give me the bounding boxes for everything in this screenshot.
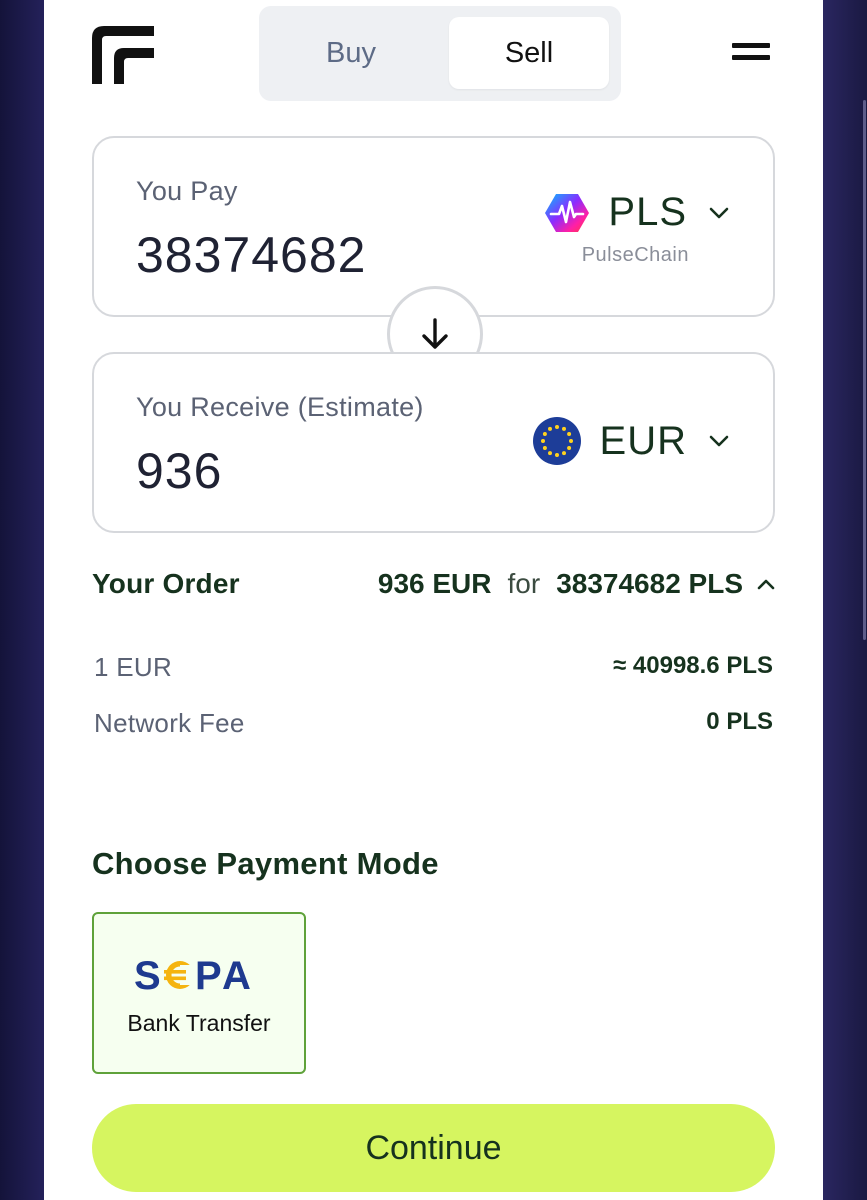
fee-label: Network Fee	[94, 708, 245, 738]
app-panel: Buy Sell You Pay 38374682 PLS PulseChain…	[44, 0, 823, 1200]
tab-sell[interactable]: Sell	[449, 17, 609, 89]
pay-amount-input[interactable]: 38374682	[136, 226, 366, 284]
order-summary-toggle[interactable]: Your Order 936 EUR for 38374682 PLS	[92, 568, 775, 604]
rate-label: 1 EUR	[94, 652, 173, 682]
hamburger-menu-icon[interactable]	[732, 40, 770, 64]
buy-sell-toggle: Buy Sell	[259, 6, 621, 101]
sepa-letter-a: A	[222, 954, 251, 996]
pay-currency-select[interactable]: PLS	[544, 190, 729, 235]
continue-button[interactable]: Continue	[92, 1104, 775, 1192]
sepa-letter-s: S	[134, 954, 161, 996]
payment-mode-title: Choose Payment Mode	[92, 846, 439, 881]
order-title: Your Order	[92, 568, 240, 599]
menu-line	[732, 43, 770, 48]
payment-option-sepa[interactable]: S P A Bank Transfer	[92, 912, 306, 1074]
order-receive-summary: 936 EUR	[377, 568, 492, 599]
order-pay-summary: 38374682 PLS	[556, 568, 743, 599]
menu-line	[732, 55, 770, 60]
pay-label: You Pay	[136, 176, 238, 206]
arrow-down-icon	[422, 318, 448, 349]
background-left	[0, 0, 44, 1200]
sepa-letter-p: P	[195, 954, 222, 996]
rate-value: ≈ 40998.6 PLS	[613, 652, 773, 679]
payment-option-label: Bank Transfer	[127, 1010, 271, 1036]
order-summary: 936 EUR for 38374682 PLS	[378, 568, 775, 600]
receive-currency-select[interactable]: EUR	[532, 416, 729, 466]
chevron-down-icon	[709, 207, 729, 218]
eu-flag-icon	[532, 417, 581, 465]
pay-currency-name: PulseChain	[581, 244, 689, 266]
pulsechain-logo-icon	[545, 193, 590, 232]
receive-label: You Receive (Estimate)	[136, 392, 424, 422]
background-right	[823, 0, 867, 1200]
sepa-logo-icon: S P A	[134, 954, 251, 996]
fee-value: 0 PLS	[706, 708, 773, 735]
receive-currency-code: EUR	[599, 418, 687, 463]
chevron-down-icon	[709, 435, 729, 447]
receive-amount: 936	[136, 443, 223, 499]
chevron-up-icon[interactable]	[757, 578, 775, 590]
order-for-word: for	[507, 568, 541, 599]
tab-buy[interactable]: Buy	[271, 17, 431, 89]
receive-card: You Receive (Estimate) 936 EUR	[92, 352, 775, 533]
brand-logo-icon	[92, 26, 154, 84]
pay-currency-code: PLS	[608, 190, 687, 234]
